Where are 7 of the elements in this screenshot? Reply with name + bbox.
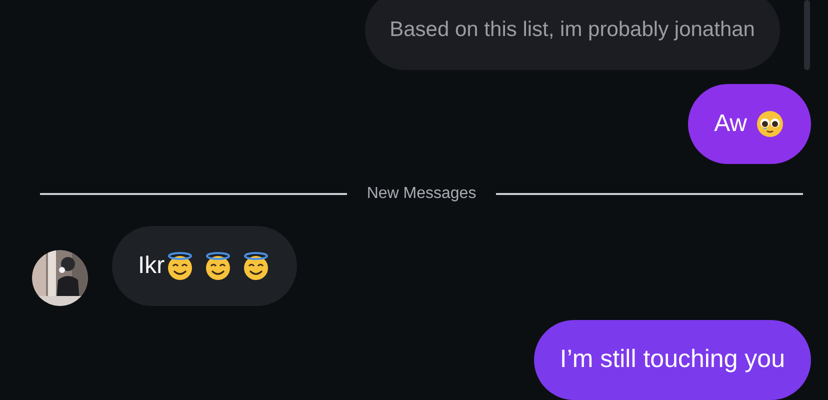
message-text: Ikr — [138, 252, 165, 280]
message-text: I’m still touching you — [560, 344, 785, 374]
new-messages-label: New Messages — [366, 184, 476, 203]
message-text: Aw — [714, 110, 747, 138]
pleading-face-icon — [755, 109, 785, 140]
scrollbar[interactable] — [804, 0, 810, 70]
message-text: Based on this list, im probably jonathan — [390, 18, 755, 42]
